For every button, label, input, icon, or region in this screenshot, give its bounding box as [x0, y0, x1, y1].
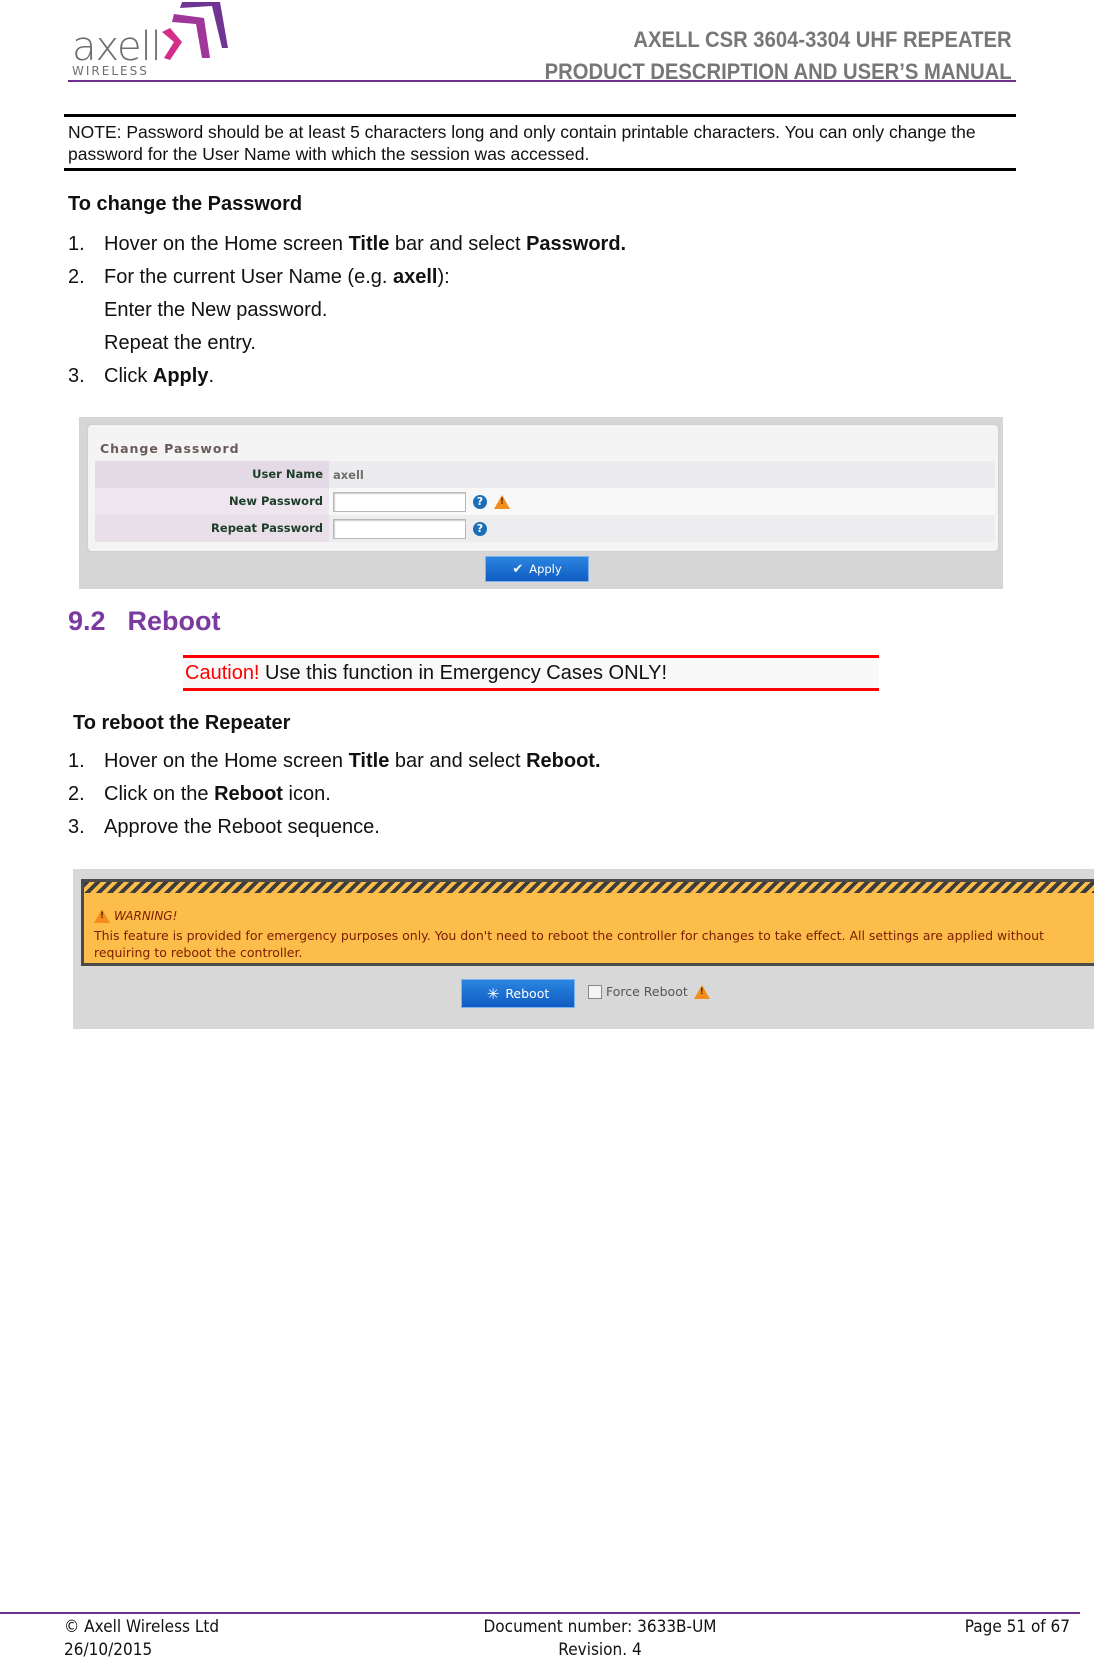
reboot-button[interactable]: ✳ Reboot — [461, 979, 575, 1008]
reboot-screenshot: ! WARNING! This feature is provided for … — [73, 869, 1094, 1029]
footer-divider — [0, 1612, 1080, 1614]
repeat-password-input[interactable] — [333, 518, 466, 539]
force-reboot-label[interactable]: Force Reboot — [606, 984, 688, 999]
repeat-password-label: Repeat Password — [95, 515, 329, 542]
new-password-label: New Password — [95, 488, 329, 515]
reboot-heading: To reboot the Repeater — [73, 712, 291, 734]
reboot-steps: 1. Hover on the Home screen Title bar an… — [68, 745, 601, 844]
caution-banner: Caution! Use this function in Emergency … — [183, 655, 879, 691]
step-2a: Enter the New password. — [104, 299, 328, 321]
user-name-label: User Name — [95, 461, 329, 488]
user-name-row: User Name axell — [95, 461, 995, 488]
header-divider — [68, 80, 1016, 82]
step-2: 2. For the current User Name (e.g. axell… — [68, 266, 450, 288]
title-line-2: PRODUCT DESCRIPTION AND USER’S MANUAL — [544, 59, 1012, 84]
checkmark-icon: ✔ — [512, 561, 524, 577]
change-password-panel: Change Password User Name axell New Pass… — [87, 424, 999, 552]
change-password-heading: To change the Password — [68, 193, 303, 215]
document-number: Document number: 3633B-UM — [483, 1617, 717, 1637]
repeat-password-row: Repeat Password ? — [95, 515, 995, 542]
step-1: 1. Hover on the Home screen Title bar an… — [68, 233, 627, 255]
reboot-spinner-icon: ✳ — [486, 984, 500, 1003]
page-number: Page 51 of 67 — [964, 1617, 1070, 1637]
document-title: AXELL CSR 3604-3304 UHF REPEATER PRODUCT… — [545, 24, 1012, 88]
panel-title: Change Password — [100, 441, 240, 456]
help-icon[interactable]: ? — [473, 521, 487, 536]
note-box: NOTE: Password should be at least 5 char… — [64, 114, 1016, 171]
warning-icon: ! — [693, 984, 710, 999]
warning-title: WARNING! — [114, 909, 178, 923]
step-2b: Repeat the entry. — [104, 332, 256, 354]
warning-panel: ! WARNING! This feature is provided for … — [81, 879, 1094, 966]
new-password-row: New Password ? ! — [95, 488, 995, 515]
warning-icon: ! — [94, 909, 110, 923]
step-3: 3. Click Apply. — [68, 365, 215, 387]
axell-logo: axell WIRELESS — [68, 2, 228, 78]
step-2: 2. Click on the Reboot icon. — [68, 783, 331, 805]
logo-subtitle: WIRELESS — [72, 64, 149, 78]
title-line-1: AXELL CSR 3604-3304 UHF REPEATER — [633, 27, 1012, 52]
document-date: 26/10/2015 — [64, 1640, 153, 1660]
force-reboot-option: Force Reboot ! — [588, 984, 710, 999]
section-heading: 9.2 Reboot — [68, 606, 221, 636]
footer-left: © Axell Wireless Ltd 26/10/2015 — [64, 1616, 219, 1662]
step-1: 1. Hover on the Home screen Title bar an… — [68, 750, 601, 772]
hazard-stripes — [84, 882, 1094, 893]
apply-button[interactable]: ✔ Apply — [485, 556, 589, 582]
force-reboot-checkbox[interactable] — [588, 984, 602, 999]
change-password-screenshot: Change Password User Name axell New Pass… — [79, 417, 1003, 589]
user-name-value: axell — [329, 461, 995, 488]
footer-center: Document number: 3633B-UM Revision. 4 — [438, 1616, 762, 1662]
step-3: 3. Approve the Reboot sequence. — [68, 816, 380, 838]
revision: Revision. 4 — [558, 1640, 642, 1660]
footer-right: Page 51 of 67 — [965, 1616, 1070, 1639]
copyright: © Axell Wireless Ltd — [64, 1617, 220, 1637]
change-password-steps: 1. Hover on the Home screen Title bar an… — [68, 228, 626, 393]
logo-signal-icon — [162, 2, 228, 60]
help-icon[interactable]: ? — [473, 494, 487, 509]
warning-text: This feature is provided for emergency p… — [94, 928, 1044, 960]
warning-icon[interactable]: ! — [494, 494, 510, 509]
new-password-input[interactable] — [333, 491, 466, 512]
